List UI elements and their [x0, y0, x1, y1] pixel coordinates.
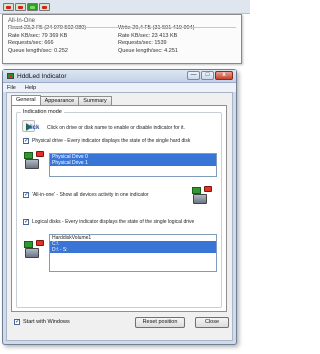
all-in-one-icon [191, 186, 213, 208]
all-in-one-checkbox[interactable] [23, 191, 29, 198]
tooltip-title: All-In-One [8, 18, 36, 24]
tab-strip: General Appearance Summary [11, 95, 112, 105]
tooltip-read-requests: Requests/sec: 666 [8, 40, 54, 46]
minimize-button[interactable]: — [187, 71, 200, 80]
logical-disks-label: Logical disks - Every indicator displays… [32, 219, 195, 225]
tooltip-divider [8, 27, 236, 28]
tab-appearance[interactable]: Appearance [39, 96, 80, 105]
menu-help[interactable]: Help [25, 85, 36, 91]
group-label: Indication mode [21, 109, 64, 115]
close-button[interactable]: Close [195, 317, 229, 328]
physical-drive-checkbox[interactable] [23, 137, 29, 144]
tray-disk-indicator-icon[interactable] [3, 3, 14, 11]
click-hint-word: click [26, 125, 40, 131]
tooltip-row: Rate KB/sec: 79 369 KB Rate KB/sec: 23 4… [8, 33, 236, 41]
click-hint-text: Click on drive or disk name to enable or… [47, 125, 185, 131]
tooltip-read-queue: Queue length/sec: 0.252 [8, 47, 68, 54]
tooltip-write-queue: Queue length/sec: 4.251 [118, 47, 178, 54]
tooltip-row: Queue length/sec: 0.252 Queue length/sec… [8, 48, 236, 56]
general-tab-panel: Indication mode click Click on drive or … [11, 105, 227, 312]
maximize-button[interactable]: □ [201, 71, 214, 80]
taskbar-tray [0, 0, 250, 14]
close-window-button[interactable]: x [215, 71, 233, 80]
tooltip-write-requests: Requests/sec: 1539 [118, 40, 167, 46]
app-icon [7, 73, 14, 79]
tooltip-row: Requests/sec: 666 Requests/sec: 1539 [8, 40, 236, 48]
tooltip-read-rate: Rate KB/sec: 79 369 KB [8, 32, 68, 39]
all-in-one-label: 'All-in-one' - Show all devices activity… [32, 192, 149, 198]
title-bar[interactable]: HddLed Indicator — □ x [3, 70, 236, 83]
logical-disks-checkbox[interactable] [23, 218, 29, 225]
hddled-window: HddLed Indicator — □ x File Help General… [2, 69, 237, 345]
tray-disk-indicator-icon[interactable] [39, 3, 50, 11]
logical-disk-icon [23, 240, 45, 262]
tray-disk-indicator-icon[interactable] [15, 3, 26, 11]
window-controls: — □ x [187, 71, 233, 80]
menu-file[interactable]: File [7, 85, 16, 91]
window-title: HddLed Indicator [17, 72, 67, 80]
reset-position-button[interactable]: Reset position [135, 317, 185, 328]
tab-general[interactable]: General [11, 95, 41, 105]
physical-drive-label: Physical drive - Every indicator display… [32, 138, 191, 144]
indication-mode-group: Indication mode click Click on drive or … [16, 109, 222, 308]
physical-drive-icon [23, 151, 45, 173]
indicator-tooltip: All-In-One React 23,2 ГБ (24 979 502 080… [2, 14, 242, 64]
physical-drive-list[interactable]: Physical Drive 0 Physical Drive 1 [49, 153, 217, 177]
client-area: General Appearance Summary Indication mo… [6, 92, 233, 341]
start-with-windows-label: Start with Windows [23, 319, 70, 325]
start-with-windows-checkbox[interactable] [14, 318, 20, 325]
tab-summary[interactable]: Summary [78, 96, 112, 105]
tray-all-in-one-indicator-icon[interactable] [27, 3, 38, 11]
list-item[interactable]: D:\ - S: [50, 247, 216, 253]
tooltip-write-rate: Rate KB/sec: 23 413 KB [118, 32, 178, 39]
logical-disk-list[interactable]: HarddiskVolume1 C:\ D:\ - S: [49, 234, 217, 272]
list-item[interactable]: Physical Drive 1 [50, 160, 216, 166]
menu-bar: File Help [3, 83, 236, 92]
